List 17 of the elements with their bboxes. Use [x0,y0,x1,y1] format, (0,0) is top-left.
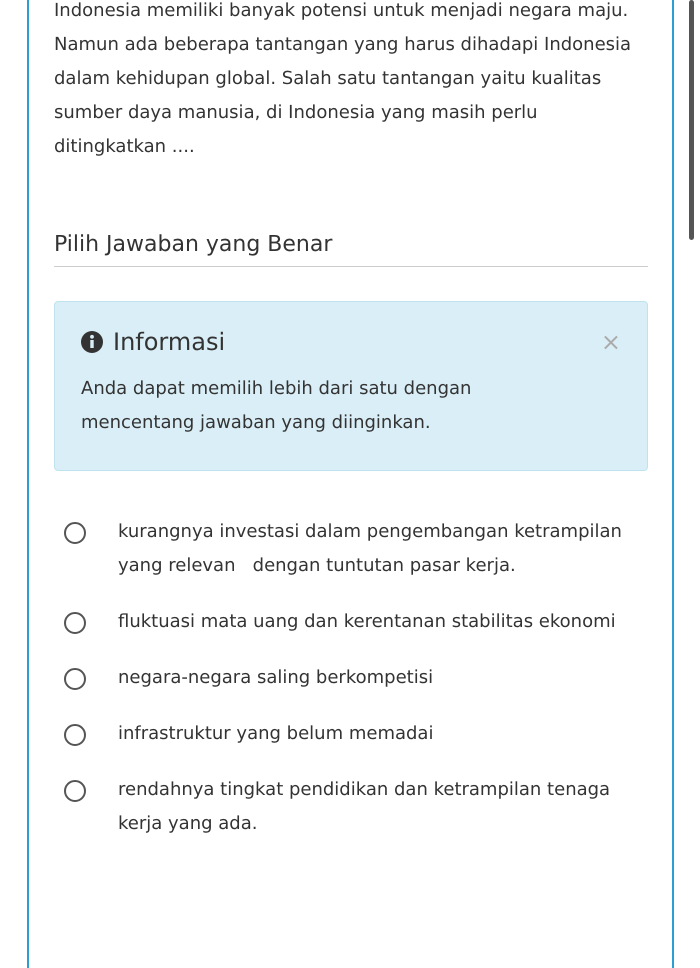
option-label: rendahnya tingkat pendidikan dan ketrampilan tenaga kerja yang ada. [118,778,612,836]
radio-button[interactable] [64,668,86,690]
radio-button[interactable] [64,724,86,746]
scrollbar-thumb[interactable] [689,0,694,240]
close-button[interactable]: × [600,330,621,354]
option-label: negara-negara saling berkompetisi [118,666,434,690]
radio-button[interactable] [64,780,86,802]
info-text: Anda dapat memilih lebih dari satu dengan mencentang jawaban yang diinginkan. [81,377,472,435]
option-label: fluktuasi mata uang dan kerentanan stabilitas ekonomi [118,610,616,634]
info-title: Informasi [113,327,226,358]
section-title: Pilih Jawaban yang Benar [54,230,648,267]
question-text: Indonesia memiliki banyak potensi untuk menjadi negara maju. Namun ada beberapa tantangan yang harus dihadapi Indonesia dalam kehidupan global. Salah satu tantangan yaitu kualitas sumber daya manusia, di Indonesia yang masih perlu ditingkatkan .... [54,0,632,159]
radio-button[interactable] [64,612,86,634]
option-label: kurangnya investasi dalam pengembangan ketrampilan yang relevan dengan tuntutan pasar kerja. [118,520,623,578]
info-icon [81,331,103,353]
radio-button[interactable] [64,522,86,544]
option-label: infrastruktur yang belum memadai [118,722,434,746]
